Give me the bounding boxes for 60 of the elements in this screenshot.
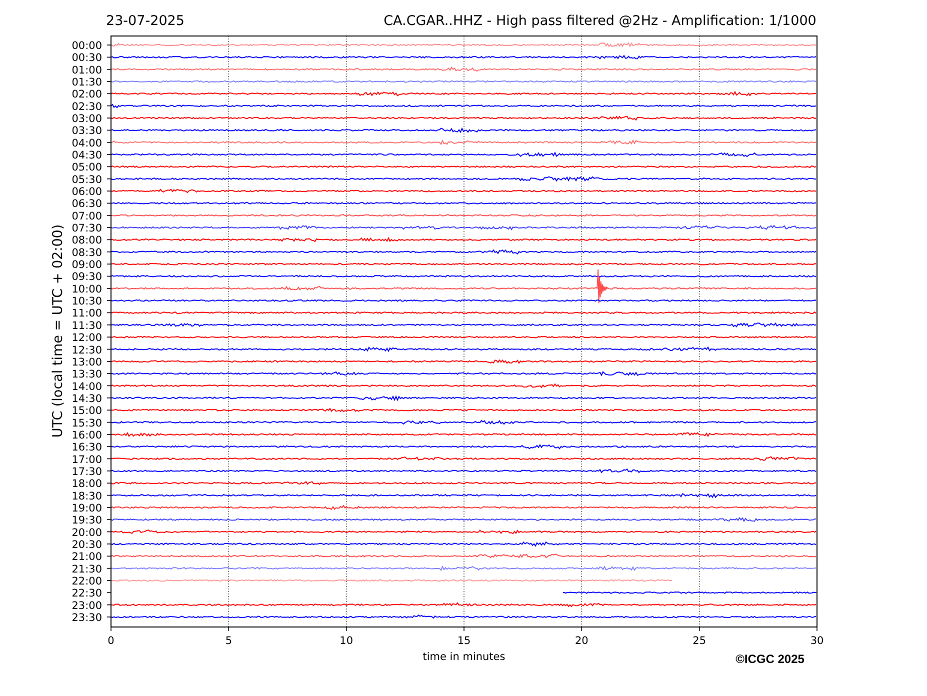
tick-label: 22:30 [72, 588, 102, 600]
tick-label: 00:30 [72, 52, 102, 64]
tick-label: 17:00 [72, 454, 102, 466]
tick-label: 06:00 [72, 186, 102, 198]
tick-label: 16:30 [72, 442, 102, 454]
tick-label: 22:00 [72, 575, 102, 588]
tick-label: 16:00 [72, 429, 102, 442]
axis-title: time in minutes [422, 651, 506, 663]
copyright-text: ©ICGC 2025 [736, 652, 804, 666]
tick-label: 5 [225, 635, 232, 647]
tick-label: 07:30 [72, 222, 102, 235]
tick-label: 00:00 [72, 40, 102, 52]
tick-label: 09:00 [72, 259, 102, 272]
tick-label: 20:30 [72, 538, 102, 551]
tick-label: 20:00 [72, 526, 102, 539]
date-label: 23-07-2025 [106, 13, 184, 29]
tick-label: 13:30 [72, 368, 102, 381]
tick-label: 06:30 [72, 198, 102, 210]
tick-label: 15 [457, 635, 471, 647]
tick-label: 10 [340, 635, 354, 647]
chart-title: CA.CGAR..HHZ - High pass filtered @2Hz - Amplification: 1/1000 [384, 13, 816, 29]
tick-label: 07:00 [72, 210, 102, 222]
tick-label: 05:00 [72, 162, 102, 174]
tick-label: 04:30 [72, 150, 102, 162]
tick-label: 25 [692, 635, 706, 647]
tick-label: 17:30 [72, 466, 102, 478]
tick-label: 11:00 [72, 308, 102, 320]
tick-label: 18:00 [72, 478, 102, 490]
tick-label: 03:00 [72, 113, 102, 126]
tick-label: 23:30 [72, 612, 102, 624]
tick-label: 02:00 [72, 88, 102, 101]
tick-label: 19:00 [72, 502, 102, 514]
tick-label: 20 [574, 635, 588, 647]
tick-label: 10:00 [72, 283, 102, 296]
tick-label: 23:00 [72, 600, 102, 612]
tick-label: 12:30 [72, 344, 102, 356]
tick-label: 01:30 [72, 76, 102, 88]
tick-label: 19:30 [72, 514, 102, 527]
tick-label: 21:30 [72, 563, 102, 576]
tick-label: 18:30 [72, 490, 102, 502]
tick-label: 08:30 [72, 246, 102, 259]
tick-label: 30 [810, 635, 824, 647]
tick-label: 12:00 [72, 332, 102, 344]
tick-label: 05:30 [72, 174, 102, 186]
tick-label: 21:00 [72, 551, 102, 564]
tick-label: 14:30 [72, 392, 102, 405]
axis-title: UTC (local time = UTC + 02:00) [50, 224, 66, 438]
tick-label: 13:00 [72, 356, 102, 368]
tick-label: 03:30 [72, 125, 102, 138]
tick-label: 08:00 [72, 234, 102, 247]
tick-label: 15:00 [72, 405, 102, 418]
tick-label: 02:30 [72, 100, 102, 113]
tick-label: 10:30 [72, 296, 102, 308]
tick-label: 15:30 [72, 417, 102, 430]
tick-label: 04:00 [72, 137, 102, 150]
tick-label: 0 [108, 635, 114, 647]
tick-label: 11:30 [72, 320, 102, 332]
tick-label: 01:00 [72, 64, 102, 76]
tick-label: 09:30 [72, 271, 102, 284]
tick-label: 14:00 [72, 380, 102, 393]
